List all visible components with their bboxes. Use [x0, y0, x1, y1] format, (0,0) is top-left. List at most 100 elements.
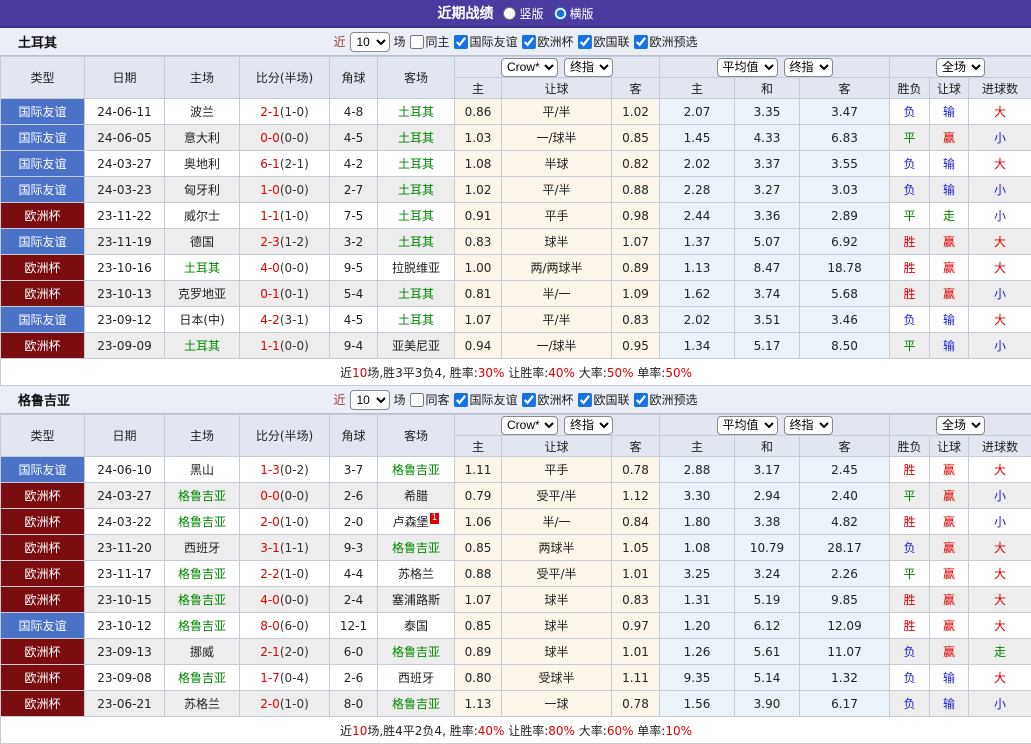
result-handicap: 赢 [929, 586, 970, 613]
league-checkbox[interactable] [633, 392, 648, 407]
league-checkbox[interactable] [577, 392, 592, 407]
scope-select[interactable]: 全场 [936, 57, 986, 77]
average-period-select[interactable]: 终指 [783, 415, 833, 435]
section-header: 格鲁吉亚 近 10 场 同客 国际友谊 欧洲杯 欧国联 欧洲预选 [0, 386, 1031, 414]
home-team: 克罗地亚 [164, 280, 240, 307]
score-fulltime: 2-1 [260, 644, 280, 659]
handicap-line: 平手 [501, 456, 612, 483]
subcol-handicap-result: 让球 [929, 435, 970, 457]
away-team: 土耳其 [377, 150, 455, 177]
result-handicap: 输 [929, 98, 970, 125]
average-period-select[interactable]: 终指 [783, 57, 833, 77]
games-count-select[interactable]: 10 [349, 389, 390, 410]
league-checkbox[interactable] [453, 392, 468, 407]
avg-away-odds: 9.85 [799, 586, 891, 613]
score: 4-0(0-0) [239, 586, 330, 613]
match-date: 24-06-10 [84, 456, 165, 483]
team-name: 格鲁吉亚 [18, 394, 71, 409]
view-option-horizontal[interactable]: 横版 [553, 5, 594, 22]
competition-badge: 欧洲杯 [0, 482, 85, 509]
league-filter[interactable]: 欧洲预选 [633, 391, 698, 408]
corners: 6-0 [329, 638, 378, 665]
league-filter[interactable]: 欧洲预选 [633, 33, 698, 50]
corners: 8-0 [329, 690, 378, 717]
results-tbody: 国际友谊 24-06-11 波兰 2-1(1-0) 4-8 土耳其 0.86 平… [0, 98, 1031, 359]
average-select[interactable]: 平均值 [716, 415, 778, 435]
view-option-vertical[interactable]: 竖版 [503, 5, 544, 22]
bookmaker-select[interactable]: Crow* [501, 57, 558, 77]
league-checkbox[interactable] [453, 34, 468, 49]
away-team: 格鲁吉亚 [377, 690, 455, 717]
league-checkbox[interactable] [521, 392, 536, 407]
league-filter[interactable]: 欧洲杯 [521, 391, 574, 408]
match-date: 23-09-08 [84, 664, 165, 691]
average-select[interactable]: 平均值 [716, 57, 778, 77]
handicap-line: 半/一 [501, 280, 612, 307]
away-team-name: 格鲁吉亚 [391, 541, 440, 555]
league-filter[interactable]: 欧洲杯 [521, 33, 574, 50]
league-checkbox[interactable] [577, 34, 592, 49]
result-handicap: 输 [929, 664, 970, 691]
score: 0-0(0-0) [239, 482, 330, 509]
score-fulltime: 1-0 [260, 182, 280, 197]
avg-home-odds: 1.31 [659, 586, 736, 613]
result-wdl: 平 [889, 560, 931, 587]
horizontal-radio[interactable] [553, 6, 567, 20]
col-away: 客场 [377, 414, 455, 457]
handicap-away-odds: 1.11 [610, 664, 661, 691]
table-header: 类型 日期 主场 比分(半场) 角球 客场 Crow* 终指 平均值 终指 全场… [0, 56, 1031, 99]
same-venue-filter[interactable]: 同主 [409, 33, 449, 50]
away-team-name: 卢森堡 [392, 515, 429, 529]
results-table: 类型 日期 主场 比分(半场) 角球 客场 Crow* 终指 平均值 终指 全场… [0, 414, 1031, 744]
score-fulltime: 3-1 [260, 540, 280, 555]
bookmaker-select[interactable]: Crow* [501, 415, 558, 435]
result-goals: 大 [968, 560, 1031, 587]
score: 0-0(0-0) [239, 124, 330, 151]
league-checkbox[interactable] [633, 34, 648, 49]
result-wdl: 平 [889, 332, 931, 359]
same-venue-checkbox[interactable] [409, 392, 424, 407]
summary-part: 大率: [574, 365, 607, 380]
scope-group-header: 全场 [889, 56, 1031, 78]
same-venue-checkbox[interactable] [409, 34, 424, 49]
match-row: 欧洲杯 23-09-13 挪威 2-1(2-0) 6-0 格鲁吉亚 0.89 球… [0, 638, 1031, 665]
home-team: 格鲁吉亚 [164, 612, 240, 639]
summary-part: 10 [352, 365, 368, 380]
handicap-line: 半/一 [501, 508, 612, 535]
result-goals: 小 [968, 124, 1031, 151]
league-filter[interactable]: 欧国联 [577, 33, 630, 50]
handicap-away-odds: 1.05 [610, 534, 661, 561]
handicap-period-select[interactable]: 终指 [564, 57, 613, 77]
vertical-radio[interactable] [503, 6, 517, 20]
match-row: 欧洲杯 23-11-22 威尔士 1-1(1-0) 7-5 土耳其 0.91 平… [0, 202, 1031, 229]
team-name: 土耳其 [18, 36, 58, 51]
handicap-line: 球半 [501, 612, 612, 639]
avg-draw-odds: 3.35 [734, 98, 801, 125]
league-checkbox[interactable] [521, 34, 536, 49]
results-tbody: 国际友谊 24-06-10 黑山 1-3(0-2) 3-7 格鲁吉亚 1.11 … [0, 456, 1031, 717]
avg-away-odds: 3.46 [799, 306, 891, 333]
corners: 4-8 [329, 98, 378, 125]
corners: 2-7 [329, 176, 378, 203]
avg-draw-odds: 2.94 [734, 482, 801, 509]
subcol-handicap-away: 客 [610, 435, 661, 457]
same-venue-filter[interactable]: 同客 [409, 391, 449, 408]
result-wdl: 负 [889, 690, 931, 717]
match-date: 23-09-09 [84, 332, 165, 359]
avg-away-odds: 2.45 [799, 456, 891, 483]
league-filter[interactable]: 国际友谊 [453, 33, 518, 50]
result-wdl: 负 [889, 534, 931, 561]
league-filter[interactable]: 国际友谊 [453, 391, 518, 408]
away-team-name: 西班牙 [397, 671, 434, 685]
games-count-select[interactable]: 10 [349, 31, 390, 52]
avg-away-odds: 4.82 [799, 508, 891, 535]
away-team: 格鲁吉亚 [377, 534, 455, 561]
scope-select[interactable]: 全场 [936, 415, 986, 435]
match-date: 23-11-19 [84, 228, 165, 255]
avg-draw-odds: 6.12 [734, 612, 801, 639]
summary-part: 10% [665, 723, 693, 738]
league-filter[interactable]: 欧国联 [577, 391, 630, 408]
handicap-period-select[interactable]: 终指 [564, 415, 613, 435]
match-date: 23-10-15 [84, 586, 165, 613]
handicap-home-odds: 0.85 [454, 534, 502, 561]
